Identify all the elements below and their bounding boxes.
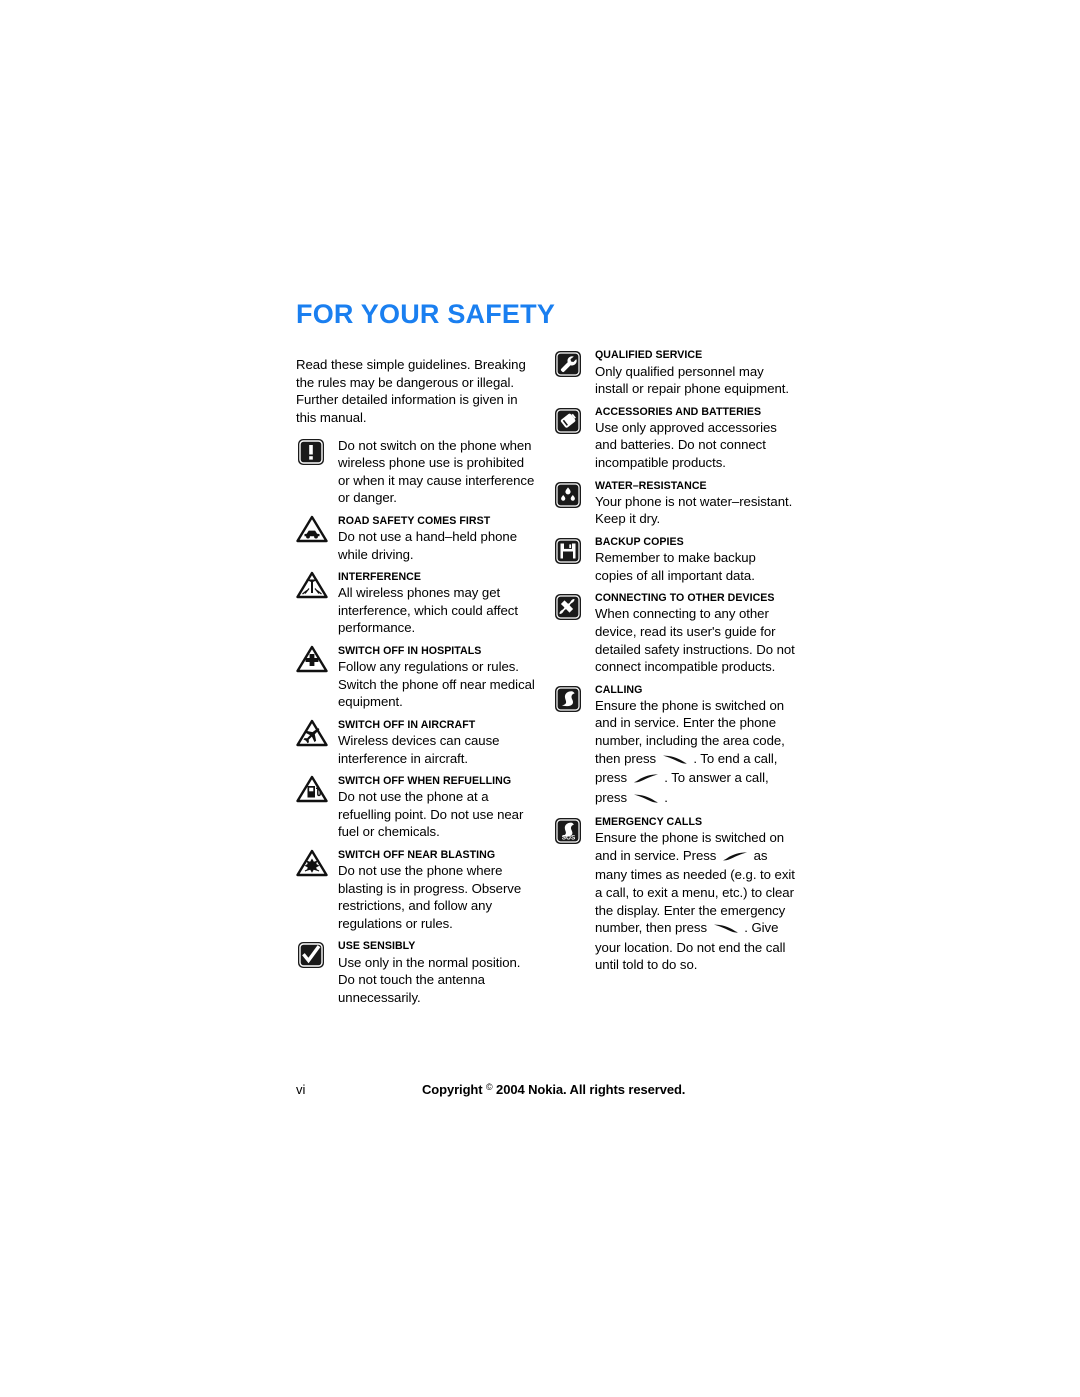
- floppy-disk-square-icon: [553, 535, 595, 566]
- water-drops-square-icon: [553, 479, 595, 510]
- safety-item-heading: SWITCH OFF IN AIRCRAFT: [338, 718, 476, 731]
- safety-item-text: When connecting to any other device, rea…: [595, 606, 795, 675]
- folio-page-number: vi: [296, 1082, 306, 1097]
- safety-item-heading: SWITCH OFF IN HOSPITALS: [338, 644, 482, 657]
- aircraft-triangle-warning-icon: [296, 718, 338, 747]
- safety-item-text: Follow any regulations or rules. Switch …: [338, 659, 535, 710]
- safety-item-heading: SWITCH OFF NEAR BLASTING: [338, 849, 496, 861]
- safety-item: ACCESSORIES AND BATTERIES Use only appro…: [553, 405, 796, 472]
- safety-item-body: QUALIFIED SERVICE Only qualified personn…: [595, 348, 796, 397]
- battery-square-icon: [553, 405, 595, 436]
- safety-item-body: WATER–RESISTANCE Your phone is not water…: [595, 479, 796, 528]
- fuel-pump-triangle-warning-icon: [296, 774, 338, 803]
- safety-item-text: Your phone is not water–resistant. Keep …: [595, 493, 793, 527]
- call-send-key-glyph: [662, 752, 688, 770]
- safety-item-heading: QUALIFIED SERVICE: [595, 349, 703, 362]
- safety-item-body: CALLING Ensure the phone is switched on …: [595, 683, 796, 809]
- car-triangle-warning-icon: [296, 514, 338, 543]
- safety-item-body: SWITCH OFF NEAR BLASTING Do not use the …: [338, 848, 536, 932]
- copyright-notice: Copyright © 2004 Nokia. All rights reser…: [422, 1082, 796, 1097]
- safety-item-body: ACCESSORIES AND BATTERIES Use only appro…: [595, 405, 796, 472]
- checkmark-square-icon: [296, 939, 338, 970]
- safety-item-heading: INTERFERENCE: [338, 571, 422, 584]
- safety-item-heading: EMERGENCY CALLS: [595, 816, 703, 829]
- call-end-key-glyph: [633, 771, 659, 789]
- safety-item: BACKUP COPIES Remember to make backup co…: [553, 535, 796, 584]
- exclamation-square-icon: [296, 436, 338, 467]
- safety-item: SWITCH OFF NEAR BLASTING Do not use the …: [296, 848, 536, 932]
- safety-item: SWITCH OFF IN HOSPITALS Follow any regul…: [296, 644, 536, 711]
- safety-item: CONNECTING TO OTHER DEVICES When connect…: [553, 591, 796, 675]
- document-page: FOR YOUR SAFETY Read these simple guidel…: [296, 300, 796, 1013]
- emergency-sos-handset-square-icon: SOS: [553, 815, 595, 846]
- safety-item-text: All wireless phones may get interference…: [338, 585, 518, 636]
- handset-square-icon: [553, 683, 595, 714]
- call-send-key-glyph: [633, 791, 659, 809]
- safety-item-text-emergency: Ensure the phone is switched on and in s…: [595, 829, 796, 973]
- safety-item: SWITCH OFF WHEN REFUELLING Do not use th…: [296, 774, 536, 841]
- safety-item-body: BACKUP COPIES Remember to make backup co…: [595, 535, 796, 584]
- safety-item-text: Wireless devices can cause interference …: [338, 733, 500, 766]
- safety-item: WATER–RESISTANCE Your phone is not water…: [553, 479, 796, 528]
- safety-item-heading: ROAD SAFETY COMES FIRST: [338, 514, 491, 527]
- copyright-before: Copyright: [422, 1082, 486, 1097]
- safety-item-text: Do not use the phone at a refuelling poi…: [338, 789, 524, 840]
- safety-item: Do not switch on the phone when wireless…: [296, 436, 536, 507]
- wrench-square-icon: [553, 348, 595, 379]
- safety-item: QUALIFIED SERVICE Only qualified personn…: [553, 348, 796, 397]
- safety-item-text: Use only approved accessories and batter…: [595, 419, 777, 470]
- safety-item-heading: CONNECTING TO OTHER DEVICES: [595, 592, 775, 605]
- calling-text-part-4: .: [660, 789, 668, 805]
- call-end-key-glyph: [722, 849, 748, 867]
- blasting-triangle-warning-icon: [296, 848, 338, 877]
- right-column: QUALIFIED SERVICE Only qualified personn…: [553, 348, 796, 980]
- safety-item-text: Remember to make backup copies of all im…: [595, 550, 756, 583]
- interference-triangle-warning-icon: [296, 570, 338, 599]
- safety-item-body: SWITCH OFF WHEN REFUELLING Do not use th…: [338, 774, 536, 841]
- safety-item-text: Use only in the normal position. Do not …: [338, 954, 521, 1005]
- safety-item-text-calling: Ensure the phone is switched on and in s…: [595, 697, 796, 808]
- safety-item-body: EMERGENCY CALLS Ensure the phone is swit…: [595, 815, 796, 974]
- page-footer: vi Copyright © 2004 Nokia. All rights re…: [296, 1082, 796, 1097]
- safety-item: CALLING Ensure the phone is switched on …: [553, 683, 796, 809]
- safety-item-text: Do not switch on the phone when wireless…: [338, 437, 535, 506]
- connector-plug-square-icon: [553, 591, 595, 622]
- intro-paragraph: Read these simple guidelines. Breaking t…: [296, 357, 526, 425]
- safety-item-heading: WATER–RESISTANCE: [595, 479, 707, 492]
- page-title: FOR YOUR SAFETY: [296, 299, 556, 329]
- safety-item: ROAD SAFETY COMES FIRST Do not use a han…: [296, 514, 536, 563]
- two-column-body: Read these simple guidelines. Breaking t…: [296, 349, 796, 1013]
- svg-text:SOS: SOS: [562, 835, 576, 842]
- hospital-cross-triangle-warning-icon: [296, 644, 338, 673]
- call-send-key-glyph: [713, 921, 739, 939]
- copyright-after: 2004 Nokia. All rights reserved.: [492, 1082, 686, 1097]
- safety-item-body: USE SENSIBLY Use only in the normal posi…: [338, 939, 536, 1006]
- safety-item-heading: ACCESSORIES AND BATTERIES: [595, 405, 762, 418]
- safety-item: SWITCH OFF IN AIRCRAFT Wireless devices …: [296, 718, 536, 767]
- safety-item: USE SENSIBLY Use only in the normal posi…: [296, 939, 536, 1006]
- safety-item-body: INTERFERENCE All wireless phones may get…: [338, 570, 536, 637]
- safety-item: INTERFERENCE All wireless phones may get…: [296, 570, 536, 637]
- safety-item-text: Do not use a hand–held phone while drivi…: [338, 528, 517, 562]
- safety-item-text: Do not use the phone where blasting is i…: [338, 863, 522, 931]
- left-column: Read these simple guidelines. Breaking t…: [296, 356, 536, 1013]
- safety-item-heading: BACKUP COPIES: [595, 535, 684, 548]
- safety-item: SOS EMERGENCY CALLS Ensure the phone is …: [553, 815, 796, 974]
- safety-item-body: ROAD SAFETY COMES FIRST Do not use a han…: [338, 514, 536, 563]
- safety-item-body: SWITCH OFF IN AIRCRAFT Wireless devices …: [338, 718, 536, 767]
- safety-item-body: Do not switch on the phone when wireless…: [338, 436, 536, 507]
- safety-item-body: CONNECTING TO OTHER DEVICES When connect…: [595, 591, 796, 675]
- safety-item-heading: CALLING: [595, 683, 643, 696]
- safety-item-heading: USE SENSIBLY: [338, 940, 416, 953]
- safety-item-text: Only qualified personnel may install or …: [595, 363, 790, 397]
- safety-item-heading: SWITCH OFF WHEN REFUELLING: [338, 775, 512, 788]
- safety-item-body: SWITCH OFF IN HOSPITALS Follow any regul…: [338, 644, 536, 711]
